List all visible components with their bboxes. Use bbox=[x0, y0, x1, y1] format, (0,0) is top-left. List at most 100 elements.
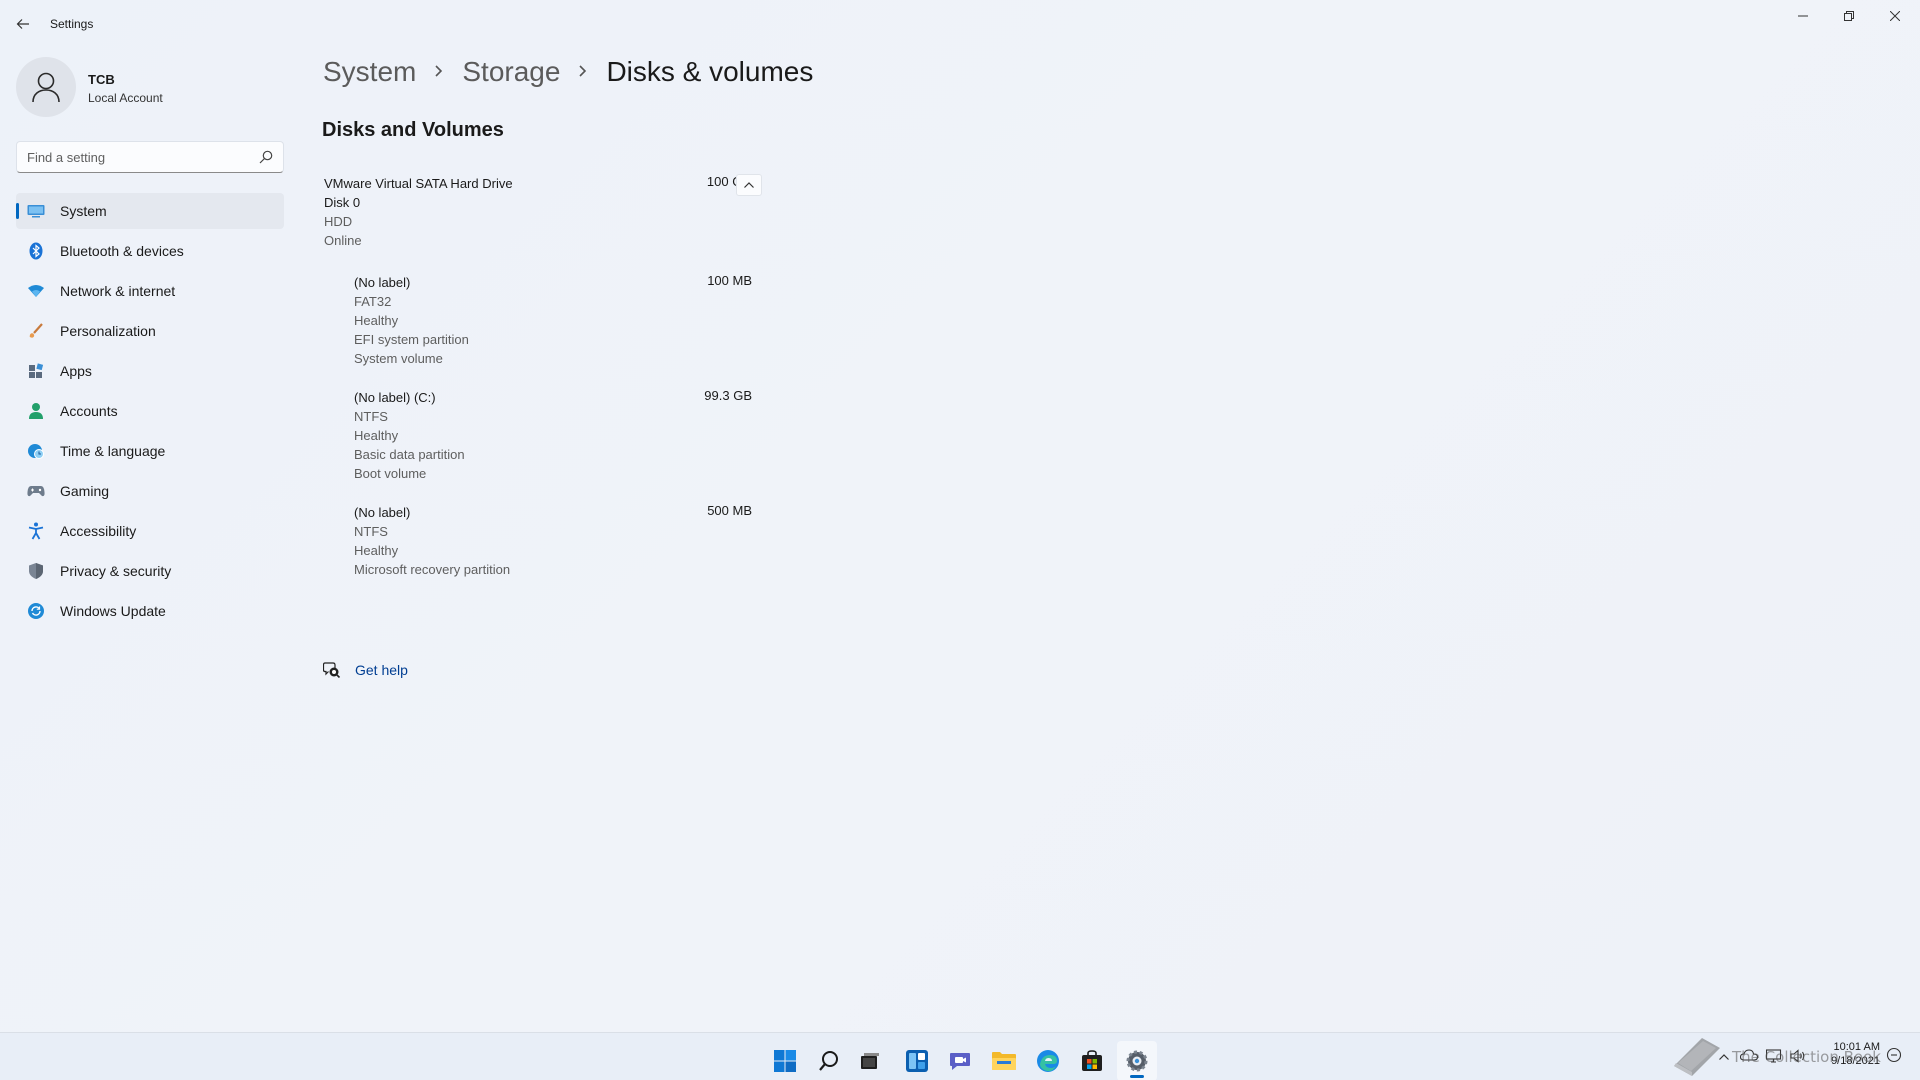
volume-role: Boot volume bbox=[354, 466, 427, 481]
search-icon[interactable] bbox=[259, 150, 273, 164]
sidebar-item-apps[interactable]: Apps bbox=[16, 353, 284, 389]
onedrive-tray[interactable] bbox=[1739, 1049, 1759, 1064]
sidebar-item-label: Personalization bbox=[60, 323, 156, 339]
close-icon bbox=[1890, 11, 1900, 21]
sidebar-item-bluetooth-devices[interactable]: Bluetooth & devices bbox=[16, 233, 284, 269]
sidebar-item-label: Time & language bbox=[60, 443, 166, 459]
sidebar-item-personalization[interactable]: Personalization bbox=[16, 313, 284, 349]
sidebar-item-gaming[interactable]: Gaming bbox=[16, 473, 284, 509]
sidebar-item-label: Accessibility bbox=[60, 523, 137, 539]
shield-icon bbox=[26, 561, 46, 581]
sidebar-item-label: Privacy & security bbox=[60, 563, 172, 579]
volume-size: 500 MB bbox=[707, 503, 752, 518]
volume-size: 99.3 GB bbox=[704, 388, 752, 403]
taskbar: 10:01 AM 9/18/2021 bbox=[0, 1032, 1920, 1080]
chevron-right-icon bbox=[434, 61, 444, 84]
volume-partition-type: Basic data partition bbox=[354, 447, 465, 462]
volume-health: Healthy bbox=[354, 313, 399, 328]
search-input[interactable] bbox=[17, 142, 247, 172]
sidebar-item-label: Gaming bbox=[60, 483, 110, 499]
network-tray[interactable] bbox=[1765, 1049, 1782, 1066]
sidebar-item-accessibility[interactable]: Accessibility bbox=[16, 513, 284, 549]
back-button[interactable] bbox=[8, 10, 38, 38]
volume-health: Healthy bbox=[354, 428, 399, 443]
settings-icon bbox=[1126, 1050, 1148, 1072]
notifications-button[interactable] bbox=[1886, 1047, 1902, 1066]
volume-role: System volume bbox=[354, 351, 443, 366]
file-explorer-button[interactable] bbox=[984, 1041, 1024, 1080]
title-bar: Settings bbox=[0, 0, 1920, 48]
sidebar-item-system[interactable]: System bbox=[16, 193, 284, 229]
app-title: Settings bbox=[50, 17, 94, 31]
accessibility-icon bbox=[26, 521, 46, 541]
chevron-right-icon bbox=[578, 61, 588, 84]
sidebar-item-time-language[interactable]: Time & language bbox=[16, 433, 284, 469]
show-hidden-icons-button[interactable] bbox=[1718, 1049, 1730, 1064]
avatar[interactable] bbox=[16, 57, 76, 117]
chevron-up-icon bbox=[1719, 1054, 1729, 1060]
disk-number: Disk 0 bbox=[324, 195, 361, 210]
widgets-button[interactable] bbox=[897, 1041, 937, 1080]
network-icon bbox=[1765, 1049, 1782, 1063]
start-button[interactable] bbox=[765, 1041, 805, 1080]
active-app-indicator bbox=[1130, 1075, 1144, 1078]
edge-button[interactable] bbox=[1028, 1041, 1068, 1080]
sidebar-item-accounts[interactable]: Accounts bbox=[16, 393, 284, 429]
sidebar-nav: System Bluetooth & devices Network & int… bbox=[16, 193, 284, 633]
notification-icon bbox=[1886, 1047, 1902, 1063]
volume-filesystem: FAT32 bbox=[354, 294, 392, 309]
sidebar-item-privacy-security[interactable]: Privacy & security bbox=[16, 553, 284, 589]
volume-filesystem: NTFS bbox=[354, 409, 388, 424]
bluetooth-icon bbox=[26, 241, 46, 261]
sidebar-item-label: Accounts bbox=[60, 403, 118, 419]
task-view-button[interactable] bbox=[850, 1041, 890, 1080]
disk-media-type: HDD bbox=[324, 214, 353, 229]
widgets-icon bbox=[906, 1050, 928, 1072]
disk-status: Online bbox=[324, 233, 362, 248]
breadcrumb: System Storage Disks & volumes bbox=[323, 56, 813, 88]
volume-health: Healthy bbox=[354, 543, 399, 558]
user-name: TCB bbox=[88, 72, 115, 87]
sidebar-item-windows-update[interactable]: Windows Update bbox=[16, 593, 284, 629]
volume-partition-type: Microsoft recovery partition bbox=[354, 562, 511, 577]
apps-icon bbox=[26, 361, 46, 381]
chat-button[interactable] bbox=[940, 1041, 980, 1080]
gamepad-icon bbox=[26, 481, 46, 501]
edge-icon bbox=[1037, 1050, 1059, 1072]
sidebar-item-label: Bluetooth & devices bbox=[60, 243, 184, 259]
volume-tray[interactable] bbox=[1790, 1049, 1806, 1066]
search-box bbox=[16, 141, 284, 173]
minimize-icon bbox=[1798, 15, 1808, 17]
volume-item[interactable]: (No label) 500 MB NTFS Healthy Microsoft… bbox=[354, 503, 754, 579]
taskbar-clock[interactable]: 10:01 AM 9/18/2021 bbox=[1816, 1040, 1880, 1068]
minimize-button[interactable] bbox=[1780, 0, 1826, 32]
breadcrumb-storage[interactable]: Storage bbox=[462, 56, 560, 88]
get-help-link[interactable]: Get help bbox=[323, 662, 408, 678]
sidebar-item-label: Network & internet bbox=[60, 283, 176, 299]
file-explorer-icon bbox=[992, 1052, 1016, 1070]
disk-item: VMware Virtual SATA Hard Drive 100 GB Di… bbox=[324, 174, 764, 250]
restore-button[interactable] bbox=[1826, 0, 1872, 32]
breadcrumb-current-page: Disks & volumes bbox=[606, 56, 814, 87]
volume-item[interactable]: (No label) 100 MB FAT32 Healthy EFI syst… bbox=[354, 273, 754, 368]
chevron-up-icon bbox=[744, 182, 754, 188]
wifi-icon bbox=[26, 281, 46, 301]
close-button[interactable] bbox=[1872, 0, 1918, 32]
volume-filesystem: NTFS bbox=[354, 524, 388, 539]
help-chat-icon bbox=[323, 662, 341, 678]
store-button[interactable] bbox=[1072, 1041, 1112, 1080]
taskbar-search-button[interactable] bbox=[809, 1041, 849, 1080]
globe-clock-icon bbox=[26, 441, 46, 461]
volume-size: 100 MB bbox=[707, 273, 752, 288]
chat-icon bbox=[950, 1053, 970, 1070]
sidebar-item-label: System bbox=[60, 203, 107, 219]
sidebar-item-network-internet[interactable]: Network & internet bbox=[16, 273, 284, 309]
volume-item[interactable]: (No label) (C:) 99.3 GB NTFS Healthy Bas… bbox=[354, 388, 754, 483]
task-view-icon bbox=[861, 1053, 879, 1069]
collapse-button[interactable] bbox=[736, 174, 762, 196]
volume-partition-type: EFI system partition bbox=[354, 332, 469, 347]
get-help-label: Get help bbox=[355, 662, 408, 678]
clock-date: 9/18/2021 bbox=[1831, 1055, 1880, 1067]
store-icon bbox=[1082, 1050, 1102, 1071]
breadcrumb-system[interactable]: System bbox=[323, 56, 416, 88]
